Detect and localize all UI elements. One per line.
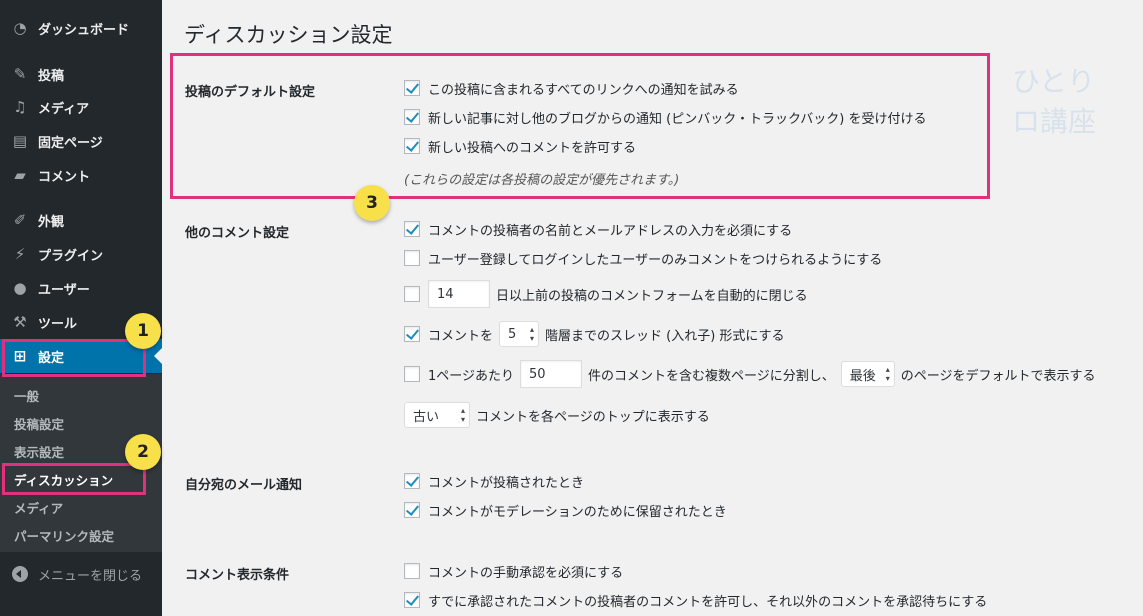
highlight-box-settings xyxy=(2,339,146,377)
other-row-2[interactable]: ユーザー登録してログインしたユーザーのみコメントをつけられるようにする xyxy=(404,248,882,268)
checkbox[interactable] xyxy=(404,221,420,237)
checkbox[interactable] xyxy=(404,250,420,266)
badge-3: 3 xyxy=(354,185,390,221)
badge-1: 1 xyxy=(125,313,161,349)
mail-row-1[interactable]: コメントが投稿されたとき xyxy=(404,471,584,491)
media-icon: ♫ xyxy=(13,98,27,116)
current-arrow xyxy=(154,348,162,364)
close-days-input[interactable]: 14 xyxy=(428,280,490,308)
other-row-5[interactable]: 1ページあたり50件のコメントを含む複数ページに分割し、最後のページをデフォルト… xyxy=(404,360,1096,388)
submenu-permalinks[interactable]: パーマリンク設定 xyxy=(14,526,114,545)
checkbox[interactable] xyxy=(404,563,420,579)
other-row-6[interactable]: 古いコメントを各ページのトップに表示する xyxy=(404,402,710,428)
highlight-box-default-settings xyxy=(170,53,990,199)
mail-settings-label: 自分宛のメール通知 xyxy=(185,478,303,493)
display-row-2[interactable]: すでに承認されたコメントの投稿者のコメントを許可し、それ以外のコメントを承認待ち… xyxy=(404,590,987,610)
menu-pages[interactable]: ▤ 固定ページ xyxy=(0,124,162,158)
checkbox[interactable] xyxy=(404,366,420,382)
checkbox[interactable] xyxy=(404,473,420,489)
menu-plugins[interactable]: ⚡ プラグイン xyxy=(0,237,162,271)
checkbox[interactable] xyxy=(404,592,420,608)
collapse-icon xyxy=(12,566,28,582)
highlight-box-discussion xyxy=(2,463,146,495)
checkbox[interactable] xyxy=(404,326,420,342)
thread-depth-select[interactable]: 5 xyxy=(499,321,540,347)
submenu-general[interactable]: 一般 xyxy=(14,386,39,405)
menu-appearance[interactable]: ✐ 外観 xyxy=(0,203,162,237)
menu-comments[interactable]: ▰ コメント xyxy=(0,158,162,192)
checkbox[interactable] xyxy=(404,502,420,518)
submenu-media[interactable]: メディア xyxy=(14,498,63,517)
submenu-reading[interactable]: 表示設定 xyxy=(14,442,64,461)
admin-sidebar: ◔ ダッシュボード ✎ 投稿 ♫ メディア ▤ 固定ページ ▰ コメント ✐ 外観 ⚡ プラグ… xyxy=(0,0,162,616)
mail-row-2[interactable]: コメントがモデレーションのために保留されたとき xyxy=(404,500,727,520)
other-settings-label: 他のコメント設定 xyxy=(185,226,290,241)
display-row-1[interactable]: コメントの手動承認を必須にする xyxy=(404,561,623,581)
menu-dashboard[interactable]: ◔ ダッシュボード xyxy=(0,11,162,45)
user-icon: ● xyxy=(13,279,27,297)
dashboard-icon: ◔ xyxy=(13,19,27,37)
menu-media[interactable]: ♫ メディア xyxy=(0,90,162,124)
badge-2: 2 xyxy=(125,434,161,470)
checkbox[interactable] xyxy=(404,286,420,302)
display-settings-label: コメント表示条件 xyxy=(185,568,290,583)
submenu-writing[interactable]: 投稿設定 xyxy=(14,414,64,433)
comments-per-page-input[interactable]: 50 xyxy=(520,360,583,388)
other-row-4[interactable]: コメントを5階層までのスレッド (入れ子) 形式にする xyxy=(404,321,785,347)
pin-icon: ✎ xyxy=(13,65,27,83)
page-title: ディスカッション設定 xyxy=(184,23,393,47)
wrench-icon: ⚒ xyxy=(13,313,27,331)
comment-icon: ▰ xyxy=(14,166,26,184)
other-row-1[interactable]: コメントの投稿者の名前とメールアドレスの入力を必須にする xyxy=(404,219,792,239)
page-icon: ▤ xyxy=(12,132,28,150)
collapse-menu-button[interactable]: メニューを閉じる xyxy=(0,556,162,592)
plugin-icon: ⚡ xyxy=(14,245,26,263)
brush-icon: ✐ xyxy=(13,211,27,229)
menu-users[interactable]: ● ユーザー xyxy=(0,271,162,305)
other-row-3[interactable]: 14 日以上前の投稿のコメントフォームを自動的に閉じる xyxy=(404,280,808,308)
menu-posts[interactable]: ✎ 投稿 xyxy=(0,57,162,91)
watermark: ひとり ロ講座 xyxy=(1012,65,1143,138)
default-page-select[interactable]: 最後 xyxy=(840,361,895,387)
comment-order-select[interactable]: 古い xyxy=(404,402,470,428)
